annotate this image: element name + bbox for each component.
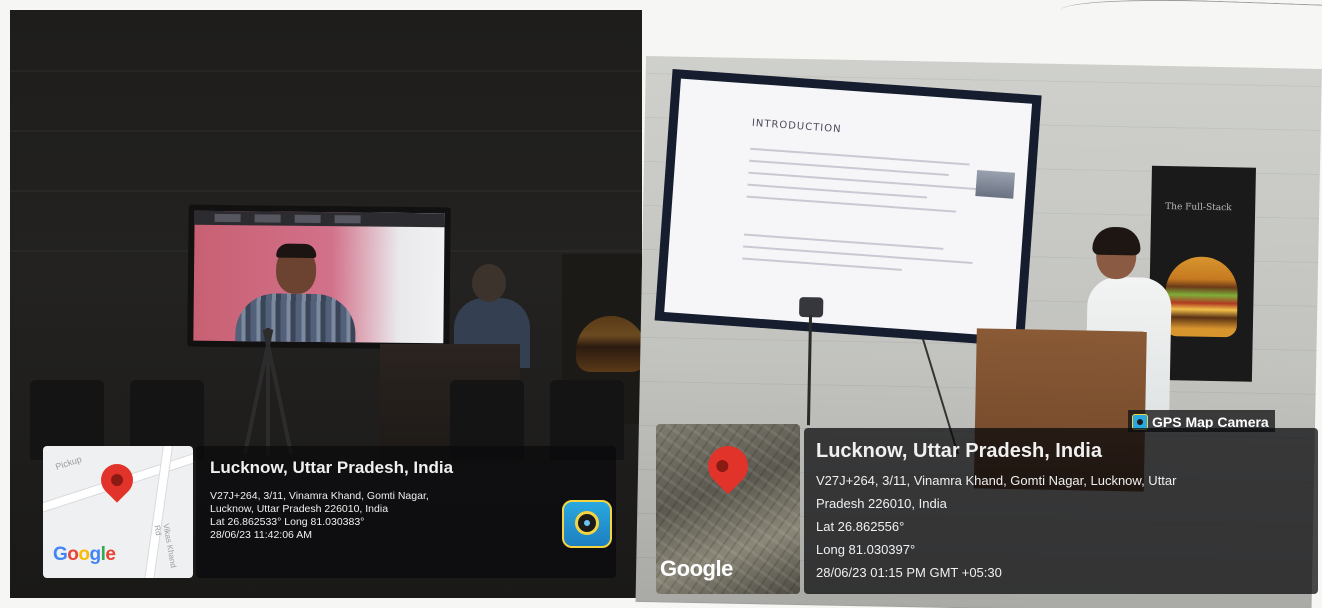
address-line: V27J+264, 3/11, Vinamra Khand, Gomti Nag… bbox=[816, 473, 1177, 488]
poster-text: The Full-Stack bbox=[1165, 201, 1232, 214]
video-call-display bbox=[193, 210, 445, 344]
longitude: Long 81.030397° bbox=[816, 542, 916, 557]
page-edge-line bbox=[1059, 0, 1322, 30]
address-line: V27J+264, 3/11, Vinamra Khand, Gomti Nag… bbox=[210, 490, 429, 502]
gps-map-camera-icon bbox=[562, 500, 612, 548]
presentation-screen: INTRODUCTION bbox=[654, 69, 1042, 347]
video-call-screen bbox=[187, 204, 451, 350]
wall-stripe bbox=[10, 70, 642, 72]
map-pin-icon bbox=[94, 457, 140, 503]
map-thumbnail-left: Pickup Vikas Khand Rd Google bbox=[43, 446, 193, 578]
slide-text-line bbox=[747, 183, 928, 199]
timestamp: 28/06/23 11:42:06 AM bbox=[210, 529, 312, 541]
google-logo: Google bbox=[53, 544, 116, 565]
map-road-label: Pickup bbox=[54, 454, 83, 472]
timestamp: 28/06/23 01:15 PM GMT +05:30 bbox=[816, 565, 1002, 580]
google-logo: Google bbox=[660, 556, 733, 581]
map-road-label: Vikas Khand Rd bbox=[152, 522, 178, 569]
latitude: Lat 26.862556° bbox=[816, 519, 905, 534]
map-pin-icon bbox=[699, 437, 757, 495]
slide-text-line bbox=[742, 257, 902, 271]
photo-sheet: Pickup Vikas Khand Rd Google Lucknow, Ut… bbox=[0, 0, 1322, 608]
burger-image bbox=[1164, 256, 1239, 338]
wall-stripe bbox=[10, 190, 642, 192]
remote-speaker bbox=[235, 243, 356, 344]
video-call-toolbar bbox=[194, 210, 445, 228]
location-info-left: Lucknow, Uttar Pradesh, India V27J+264, … bbox=[196, 446, 616, 578]
address-line: Lucknow, Uttar Pradesh 226010, India bbox=[210, 503, 389, 515]
coordinates: Lat 26.862533° Long 81.030383° bbox=[210, 516, 365, 528]
burger-image bbox=[576, 316, 642, 372]
slide-thumbnail bbox=[975, 170, 1016, 199]
slide-display: INTRODUCTION bbox=[664, 78, 1033, 338]
slide-heading: INTRODUCTION bbox=[751, 117, 842, 136]
address-line: Pradesh 226010, India bbox=[816, 496, 947, 511]
location-info-right: Lucknow, Uttar Pradesh, India V27J+264, … bbox=[804, 428, 1318, 594]
wall-stripe bbox=[10, 130, 642, 132]
location-title: Lucknow, Uttar Pradesh, India bbox=[816, 440, 1102, 462]
map-thumbnail-right: Google bbox=[656, 424, 800, 594]
location-title: Lucknow, Uttar Pradesh, India bbox=[210, 458, 454, 477]
